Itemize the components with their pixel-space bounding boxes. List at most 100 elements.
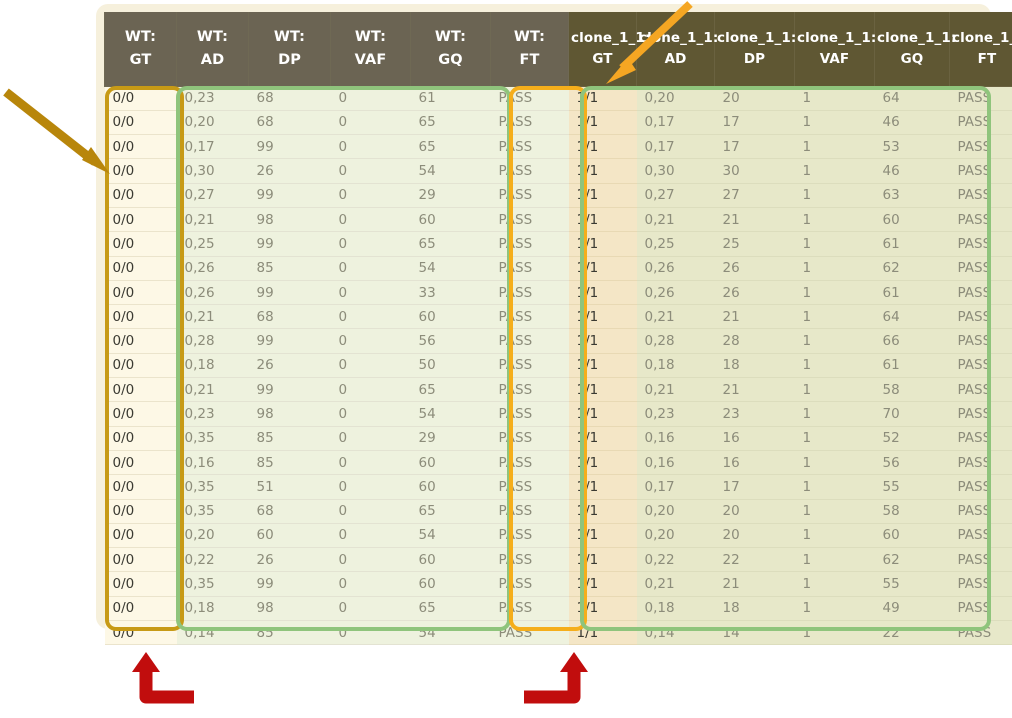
cell-wt_ft: PASS <box>490 426 569 451</box>
cell-wt_ft: PASS <box>490 134 569 160</box>
column-header-clone-dp[interactable]: clone_1_1: DP <box>714 12 796 87</box>
cell-wt_ad: 0,21 <box>176 207 249 233</box>
table-row: 0/0 0,23 68 0 61 PASS 1/1 0,20 20 1 64 PASS <box>104 86 1012 111</box>
table-row: 0/0 0,21 98 0 60 PASS 1/1 0,21 21 1 60 PASS <box>104 207 1012 233</box>
cell-clone_vaf: 1 <box>794 377 875 403</box>
cell-wt_gq: 61 <box>410 86 491 111</box>
cell-clone_vaf: 1 <box>794 231 875 257</box>
cell-wt_gt: 0/0 <box>104 134 177 160</box>
cell-wt_gq: 56 <box>410 328 491 354</box>
cell-clone_vaf: 1 <box>794 474 875 500</box>
genotype-comparison-table: WT: GT WT: AD WT: DP WT: VAF WT: GQ WT: … <box>104 12 1012 646</box>
cell-wt_gq: 50 <box>410 353 491 379</box>
cell-wt_dp: 26 <box>248 547 331 573</box>
cell-clone_gt: 1/1 <box>568 426 637 451</box>
cell-clone_ad: 0,21 <box>636 304 715 330</box>
cell-clone_ad: 0,28 <box>636 328 715 354</box>
cell-clone_ft: PASS <box>949 134 1012 160</box>
cell-clone_vaf: 1 <box>794 110 875 136</box>
cell-wt_ad: 0,22 <box>176 547 249 573</box>
cell-clone_ft: PASS <box>949 426 1012 451</box>
cell-clone_ad: 0,21 <box>636 571 715 597</box>
column-header-clone-gq[interactable]: clone_1_1: GQ <box>874 12 956 87</box>
cell-clone_gq: 61 <box>874 353 950 379</box>
cell-clone_vaf: 1 <box>794 353 875 379</box>
cell-clone_vaf: 1 <box>794 547 875 573</box>
cell-wt_ad: 0,30 <box>176 158 249 184</box>
cell-wt_vaf: 0 <box>330 401 411 427</box>
cell-wt_ad: 0,28 <box>176 328 249 354</box>
cell-wt_vaf: 0 <box>330 158 411 184</box>
cell-wt_vaf: 0 <box>330 547 411 573</box>
cell-clone_gt: 1/1 <box>568 158 637 184</box>
cell-wt_vaf: 0 <box>330 523 411 549</box>
cell-wt_gt: 0/0 <box>104 523 177 549</box>
table-row: 0/0 0,21 99 0 65 PASS 1/1 0,21 21 1 58 PASS <box>104 377 1012 403</box>
cell-clone_dp: 21 <box>714 571 795 597</box>
cell-clone_ft: PASS <box>949 547 1012 573</box>
cell-clone_dp: 25 <box>714 231 795 257</box>
cell-wt_gt: 0/0 <box>104 353 177 379</box>
column-header-field-label: GT <box>129 51 152 68</box>
column-header-wt-gq[interactable]: WT: GQ <box>410 12 491 87</box>
cell-wt_ad: 0,35 <box>176 426 249 451</box>
cell-wt_gq: 54 <box>410 620 491 646</box>
cell-wt_vaf: 0 <box>330 328 411 354</box>
column-header-wt-vaf[interactable]: WT: VAF <box>330 12 411 87</box>
cell-clone_ad: 0,30 <box>636 158 715 184</box>
cell-wt_gq: 54 <box>410 523 491 549</box>
cell-wt_vaf: 0 <box>330 353 411 379</box>
cell-clone_vaf: 1 <box>794 450 875 476</box>
cell-wt_vaf: 0 <box>330 183 411 208</box>
cell-clone_gt: 1/1 <box>568 499 637 524</box>
cell-clone_vaf: 1 <box>794 280 875 306</box>
table-row: 0/0 0,21 68 0 60 PASS 1/1 0,21 21 1 64 PASS <box>104 304 1012 330</box>
cell-wt_ft: PASS <box>490 183 569 208</box>
cell-wt_ft: PASS <box>490 328 569 354</box>
cell-wt_gq: 65 <box>410 596 491 622</box>
cell-clone_ad: 0,14 <box>636 620 715 646</box>
cell-clone_dp: 17 <box>714 134 795 160</box>
cell-wt_dp: 98 <box>248 207 331 233</box>
table-header: WT: GT WT: AD WT: DP WT: VAF WT: GQ WT: … <box>104 12 1012 87</box>
cell-wt_ad: 0,35 <box>176 571 249 597</box>
column-header-wt-ft[interactable]: WT: FT <box>490 12 569 87</box>
cell-clone_gq: 58 <box>874 499 950 524</box>
column-header-wt-dp[interactable]: WT: DP <box>248 12 331 87</box>
column-header-clone-ft[interactable]: clone_1_1: FT <box>949 12 1012 87</box>
cell-wt_dp: 68 <box>248 304 331 330</box>
cell-clone_gt: 1/1 <box>568 523 637 549</box>
cell-clone_vaf: 1 <box>794 596 875 622</box>
cell-clone_dp: 28 <box>714 328 795 354</box>
cell-clone_gt: 1/1 <box>568 256 637 281</box>
table-row: 0/0 0,20 68 0 65 PASS 1/1 0,17 17 1 46 PASS <box>104 110 1012 136</box>
table-row: 0/0 0,35 85 0 29 PASS 1/1 0,16 16 1 52 PASS <box>104 426 1012 451</box>
cell-clone_ft: PASS <box>949 523 1012 549</box>
red-elbow-arrow-right-icon <box>524 652 588 704</box>
cell-clone_ft: PASS <box>949 401 1012 427</box>
column-header-wt-ad[interactable]: WT: AD <box>176 12 249 87</box>
column-header-clone-vaf[interactable]: clone_1_1: VAF <box>794 12 876 87</box>
cell-clone_ad: 0,22 <box>636 547 715 573</box>
cell-wt_vaf: 0 <box>330 231 411 257</box>
cell-wt_ft: PASS <box>490 207 569 233</box>
cell-wt_vaf: 0 <box>330 86 411 111</box>
column-header-wt-gt[interactable]: WT: GT <box>104 12 177 87</box>
column-header-clone-ad[interactable]: clone_1_1: AD <box>636 12 718 87</box>
table-row: 0/0 0,23 98 0 54 PASS 1/1 0,23 23 1 70 PASS <box>104 401 1012 427</box>
cell-wt_gq: 60 <box>410 547 491 573</box>
cell-clone_ad: 0,17 <box>636 110 715 136</box>
cell-wt_gt: 0/0 <box>104 547 177 573</box>
cell-wt_ad: 0,14 <box>176 620 249 646</box>
cell-wt_ft: PASS <box>490 231 569 257</box>
cell-clone_dp: 20 <box>714 499 795 524</box>
cell-clone_gt: 1/1 <box>568 183 637 208</box>
cell-clone_ad: 0,20 <box>636 86 715 111</box>
cell-clone_gq: 58 <box>874 377 950 403</box>
cell-wt_gt: 0/0 <box>104 450 177 476</box>
cell-wt_gq: 29 <box>410 426 491 451</box>
cell-wt_ft: PASS <box>490 110 569 136</box>
cell-clone_vaf: 1 <box>794 426 875 451</box>
cell-wt_ad: 0,21 <box>176 377 249 403</box>
column-header-clone-gt[interactable]: clone_1_1: GT <box>568 12 650 87</box>
